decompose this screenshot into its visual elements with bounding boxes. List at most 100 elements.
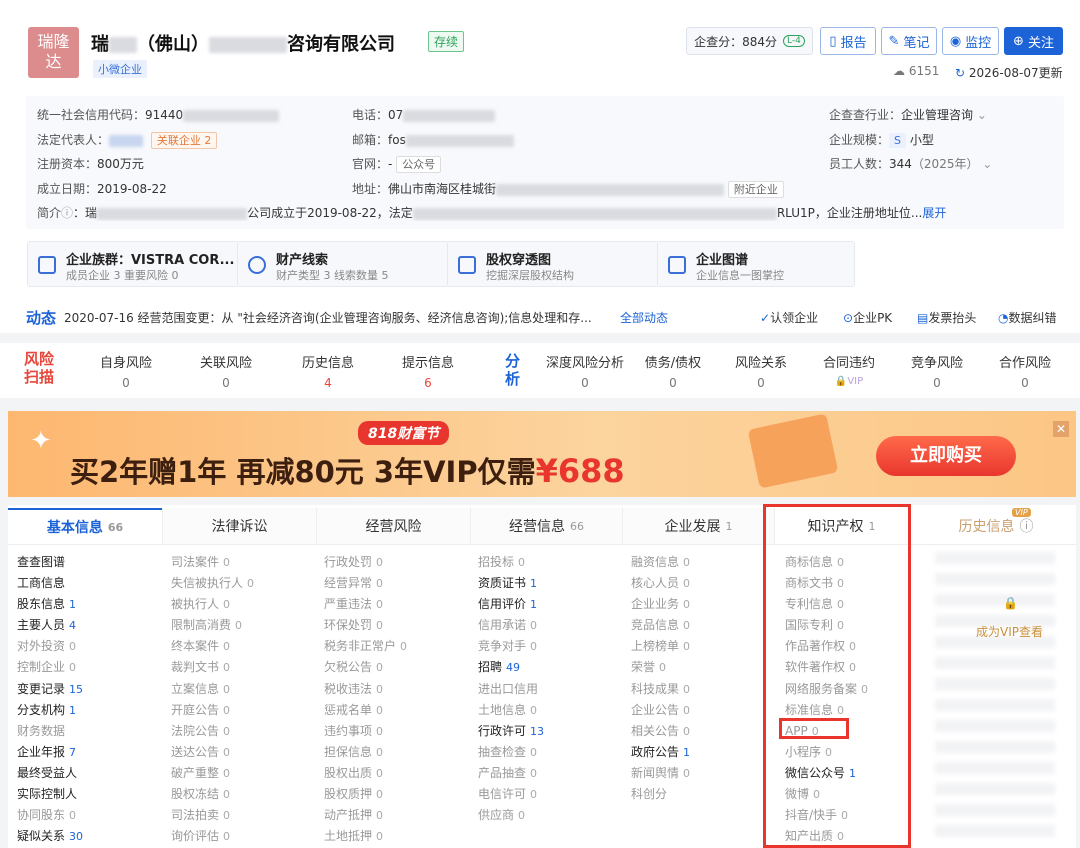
menu-item[interactable]: 科创分 [631,784,690,805]
related-company-tag[interactable]: 关联企业 2 [150,132,218,149]
monitor-button[interactable]: ◉ 监控 [942,27,999,55]
menu-item[interactable]: 询价评估 0 [171,826,254,847]
pk-button[interactable]: ⊙企业PK [843,309,892,326]
menu-item[interactable]: 上榜榜单 0 [631,636,690,657]
menu-item[interactable]: 立案信息 0 [171,679,254,700]
menu-item[interactable]: 抽查检查 0 [478,742,544,763]
menu-item[interactable]: 股权冻结 0 [171,784,254,805]
menu-item[interactable]: 股东信息 1 [17,594,83,615]
menu-item[interactable]: 惩戒名单 0 [324,700,407,721]
nearby-company-tag[interactable]: 附近企业 [727,181,784,198]
menu-item[interactable]: 被执行人 0 [171,594,254,615]
menu-item[interactable]: 失信被执行人 0 [171,573,254,594]
menu-item[interactable]: 法院公告 0 [171,721,254,742]
menu-item[interactable]: 分支机构 1 [17,700,83,721]
menu-item[interactable]: 相关公告 0 [631,721,690,742]
note-button[interactable]: ✎ 笔记 [881,27,937,55]
menu-item[interactable]: 协同股东 0 [17,805,83,826]
menu-item[interactable]: 送达公告 0 [171,742,254,763]
promo-banner[interactable]: ✦ 818财富节 买2年赠1年 再减80元 3年VIP仅需¥688 立即购买 ✕ [8,411,1076,497]
menu-item[interactable]: 经营异常 0 [324,573,407,594]
menu-item[interactable]: 新闻舆情 0 [631,763,690,784]
risk-related[interactable]: 关联风险 0 [196,352,256,390]
menu-item[interactable]: 科技成果 0 [631,679,690,700]
menu-item[interactable]: 荣誉 0 [631,657,690,678]
risk-tips[interactable]: 提示信息 6 [398,352,458,390]
menu-item[interactable]: 政府公告 1 [631,742,690,763]
claim-button[interactable]: ✓认领企业 [760,309,818,326]
report-button[interactable]: ▯ 报告 [820,27,876,55]
expand-link[interactable]: 展开 [922,206,946,220]
menu-item[interactable]: 信用评价 1 [478,594,544,615]
menu-item[interactable]: 疑似关系 30 [17,826,83,847]
menu-item[interactable]: 电信许可 0 [478,784,544,805]
quick-card-property[interactable]: 财产线索 财产类型 3 线索数量 5 [237,241,449,287]
menu-item[interactable]: 最终受益人 [17,763,83,784]
menu-item[interactable]: 终本案件 0 [171,636,254,657]
menu-item[interactable]: 开庭公告 0 [171,700,254,721]
menu-item[interactable]: 司法拍卖 0 [171,805,254,826]
buy-now-button[interactable]: 立即购买 [876,436,1016,476]
menu-item[interactable]: 工商信息 [17,573,83,594]
menu-item[interactable]: 行政许可 13 [478,721,544,742]
menu-item[interactable]: 资质证书 1 [478,573,544,594]
vip-view-link[interactable]: 成为VIP查看 [976,623,1043,640]
menu-item[interactable]: 股权质押 0 [324,784,407,805]
industry[interactable]: 企查查行业：企业管理咨询 ⌄ [829,106,987,123]
menu-item[interactable]: 变更记录 15 [17,679,83,700]
menu-item[interactable]: 限制高消费 0 [171,615,254,636]
menu-item[interactable]: 裁判文书 0 [171,657,254,678]
risk-self[interactable]: 自身风险 0 [96,352,156,390]
menu-item[interactable]: 税务非正常户 0 [324,636,407,657]
menu-item[interactable]: 行政处罚 0 [324,552,407,573]
menu-item[interactable]: 实际控制人 [17,784,83,805]
tab-legal[interactable]: 法律诉讼 [162,508,316,544]
risk-history[interactable]: 历史信息 4 [298,352,358,390]
menu-item[interactable]: 破产重整 0 [171,763,254,784]
menu-item[interactable]: 企业年报 7 [17,742,83,763]
menu-item[interactable]: 主要人员 4 [17,615,83,636]
analysis-relations[interactable]: 风险关系 0 [730,352,792,390]
tab-basic-info[interactable]: 基本信息 66 [8,508,162,544]
menu-item[interactable]: 产品抽查 0 [478,763,544,784]
menu-item[interactable]: 税收违法 0 [324,679,407,700]
menu-item[interactable]: 招聘 49 [478,657,544,678]
tab-operation-info[interactable]: 经营信息 66 [470,508,622,544]
menu-item[interactable]: 违约事项 0 [324,721,407,742]
analysis-debt[interactable]: 债务/债权 0 [638,352,708,390]
menu-item[interactable]: 土地抵押 0 [324,826,407,847]
tab-development[interactable]: 企业发展 1 [622,508,774,544]
dynamic-text[interactable]: 2020-07-16 经营范围变更：从 "社会经济咨询(企业管理咨询服务、经济信… [64,309,614,326]
invoice-button[interactable]: ▤发票抬头 [917,309,976,326]
menu-item[interactable]: 财务数据 [17,721,83,742]
follow-button[interactable]: ⊕ 关注 [1004,27,1063,55]
close-icon[interactable]: ✕ [1053,421,1069,437]
quick-card-equity[interactable]: 股权穿透图 挖掘深层股权结构 [447,241,659,287]
analysis-contract[interactable]: 合同违约 🔒VIP [818,352,880,387]
menu-item[interactable]: 竞品信息 0 [631,615,690,636]
menu-item[interactable]: 司法案件 0 [171,552,254,573]
menu-item[interactable]: 企业业务 0 [631,594,690,615]
menu-item[interactable]: 查查图谱 [17,552,83,573]
score-box[interactable]: 企查分：884分 L-4 [686,27,813,55]
menu-item[interactable]: 对外投资 0 [17,636,83,657]
menu-item[interactable]: 股权出质 0 [324,763,407,784]
quick-card-group[interactable]: 企业族群：VISTRA COR... 成员企业 3 重要风险 0 [27,241,239,287]
staff-count[interactable]: 员工人数：344（2025年） ⌄ [829,155,992,172]
menu-item[interactable]: 核心人员 0 [631,573,690,594]
wechat-account-tag[interactable]: 公众号 [396,156,442,173]
menu-item[interactable]: 进出口信用 [478,679,544,700]
menu-item[interactable]: 融资信息 0 [631,552,690,573]
all-dynamics-link[interactable]: 全部动态 [620,309,668,326]
menu-item[interactable]: 动产抵押 0 [324,805,407,826]
menu-item[interactable]: 招投标 0 [478,552,544,573]
tab-history[interactable]: 历史信息 ⓘ [926,508,1066,544]
menu-item[interactable]: 信用承诺 0 [478,615,544,636]
menu-item[interactable]: 严重违法 0 [324,594,407,615]
analysis-competition[interactable]: 竞争风险 0 [906,352,968,390]
menu-item[interactable]: 土地信息 0 [478,700,544,721]
menu-item[interactable]: 担保信息 0 [324,742,407,763]
menu-item[interactable]: 竞争对手 0 [478,636,544,657]
analysis-deep[interactable]: 深度风险分析 0 [545,352,625,390]
menu-item[interactable]: 欠税公告 0 [324,657,407,678]
